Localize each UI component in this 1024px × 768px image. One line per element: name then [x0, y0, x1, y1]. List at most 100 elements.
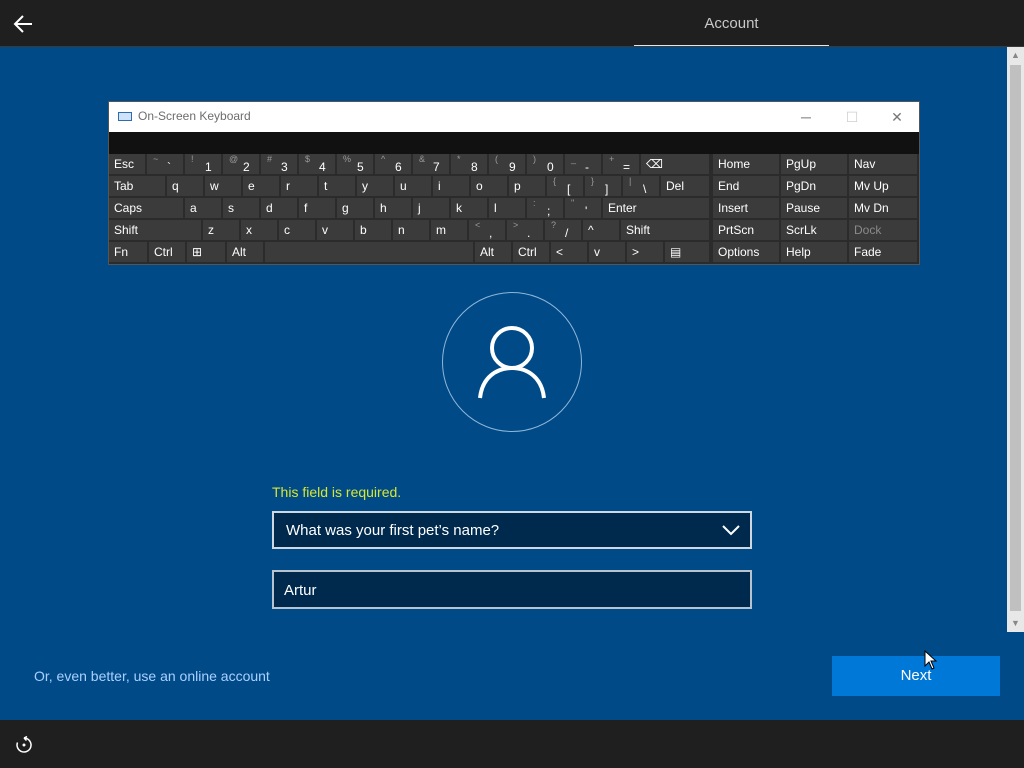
key-6[interactable]: ^ 6	[375, 154, 411, 174]
key-symbol[interactable]: >.	[507, 220, 543, 240]
ease-of-access-icon[interactable]	[14, 735, 34, 755]
key-enter[interactable]: Enter	[603, 198, 709, 218]
tab-account[interactable]: Account	[634, 0, 829, 47]
key-label: Enter	[608, 201, 637, 215]
key-p[interactable]: p	[509, 176, 545, 196]
key-tab[interactable]: Tab	[109, 176, 165, 196]
key-ctrl[interactable]: Ctrl	[149, 242, 185, 262]
key-a[interactable]: a	[185, 198, 221, 218]
key-space[interactable]	[265, 242, 473, 262]
key-symbol[interactable]: " '	[565, 198, 601, 218]
key-g[interactable]: g	[337, 198, 373, 218]
key-7[interactable]: & 7	[413, 154, 449, 174]
key-r[interactable]: r	[281, 176, 317, 196]
minimize-button[interactable]: ─	[783, 102, 829, 132]
key-3[interactable]: #3	[261, 154, 297, 174]
scroll-thumb[interactable]	[1010, 65, 1021, 611]
key-fade[interactable]: Fade	[849, 242, 917, 262]
key-q[interactable]: q	[167, 176, 203, 196]
osk-titlebar[interactable]: On-Screen Keyboard ─ ☐ ✕	[109, 102, 919, 132]
key-h[interactable]: h	[375, 198, 411, 218]
key-label: Help	[786, 245, 811, 259]
key-2[interactable]: @2	[223, 154, 259, 174]
key-b[interactable]: b	[355, 220, 391, 240]
key-fn[interactable]: Fn	[109, 242, 147, 262]
key-symbol[interactable]: ~ `	[147, 154, 183, 174]
key-shift[interactable]: Shift	[621, 220, 709, 240]
key-caps[interactable]: Caps	[109, 198, 183, 218]
key-del[interactable]: Del	[661, 176, 709, 196]
key-prtscn[interactable]: PrtScn	[713, 220, 779, 240]
key-symbol[interactable]: ? /	[545, 220, 581, 240]
key-s[interactable]: s	[223, 198, 259, 218]
key-0[interactable]: ) 0	[527, 154, 563, 174]
key-symbol[interactable]: ▤	[665, 242, 709, 262]
key-i[interactable]: i	[433, 176, 469, 196]
key-options[interactable]: Options	[713, 242, 779, 262]
key-esc[interactable]: Esc	[109, 154, 145, 174]
key-pause[interactable]: Pause	[781, 198, 847, 218]
key-symbol[interactable]: + =	[603, 154, 639, 174]
key-ctrl[interactable]: Ctrl	[513, 242, 549, 262]
key-home[interactable]: Home	[713, 154, 779, 174]
key-z[interactable]: z	[203, 220, 239, 240]
key-1[interactable]: ! 1	[185, 154, 221, 174]
key-pgdn[interactable]: PgDn	[781, 176, 847, 196]
key-v[interactable]: v	[317, 220, 353, 240]
key-symbol[interactable]: >	[627, 242, 663, 262]
key-8[interactable]: * 8	[451, 154, 487, 174]
key-y[interactable]: y	[357, 176, 393, 196]
key-symbol[interactable]: ⌫	[641, 154, 709, 174]
key-u[interactable]: u	[395, 176, 431, 196]
key-4[interactable]: $4	[299, 154, 335, 174]
close-button[interactable]: ✕	[874, 102, 920, 132]
key-9[interactable]: (9	[489, 154, 525, 174]
security-answer-input[interactable]: Artur	[272, 570, 752, 609]
key-help[interactable]: Help	[781, 242, 847, 262]
key-n[interactable]: n	[393, 220, 429, 240]
key-m[interactable]: m	[431, 220, 467, 240]
key-shift[interactable]: Shift	[109, 220, 201, 240]
key-symbol[interactable]: ^	[583, 220, 619, 240]
key-v[interactable]: v	[589, 242, 625, 262]
key-x[interactable]: x	[241, 220, 277, 240]
back-arrow-icon[interactable]	[10, 10, 38, 38]
key-nav[interactable]: Nav	[849, 154, 917, 174]
key-mv-up[interactable]: Mv Up	[849, 176, 917, 196]
key-symbol[interactable]: ⊞	[187, 242, 225, 262]
scroll-up-icon[interactable]: ▲	[1007, 47, 1024, 63]
key-symbol[interactable]: <,	[469, 220, 505, 240]
key-alt[interactable]: Alt	[227, 242, 263, 262]
key-shift-label: :	[533, 198, 536, 208]
key-pgup[interactable]: PgUp	[781, 154, 847, 174]
key-l[interactable]: l	[489, 198, 525, 218]
key-scrlk[interactable]: ScrLk	[781, 220, 847, 240]
key-c[interactable]: c	[279, 220, 315, 240]
key-symbol[interactable]: {[	[547, 176, 583, 196]
key-e[interactable]: e	[243, 176, 279, 196]
key-mv-dn[interactable]: Mv Dn	[849, 198, 917, 218]
online-account-link[interactable]: Or, even better, use an online account	[34, 668, 270, 684]
key-symbol[interactable]: :;	[527, 198, 563, 218]
key-5[interactable]: % 5	[337, 154, 373, 174]
key-end[interactable]: End	[713, 176, 779, 196]
key-f[interactable]: f	[299, 198, 335, 218]
key-alt[interactable]: Alt	[475, 242, 511, 262]
next-button[interactable]: Next	[832, 656, 1000, 696]
key-t[interactable]: t	[319, 176, 355, 196]
key-k[interactable]: k	[451, 198, 487, 218]
key-symbol[interactable]: }]	[585, 176, 621, 196]
osk-suggestion-strip	[109, 132, 919, 154]
security-question-dropdown[interactable]: What was your first pet’s name?	[272, 511, 752, 549]
key-w[interactable]: w	[205, 176, 241, 196]
key-j[interactable]: j	[413, 198, 449, 218]
vertical-scrollbar[interactable]: ▲ ▼	[1007, 47, 1024, 632]
key-insert[interactable]: Insert	[713, 198, 779, 218]
scroll-down-icon[interactable]: ▼	[1007, 615, 1024, 631]
key-d[interactable]: d	[261, 198, 297, 218]
key-o[interactable]: o	[471, 176, 507, 196]
key-label: x	[246, 223, 252, 237]
key-symbol[interactable]: <	[551, 242, 587, 262]
key-symbol[interactable]: _ -	[565, 154, 601, 174]
key-symbol[interactable]: | \	[623, 176, 659, 196]
